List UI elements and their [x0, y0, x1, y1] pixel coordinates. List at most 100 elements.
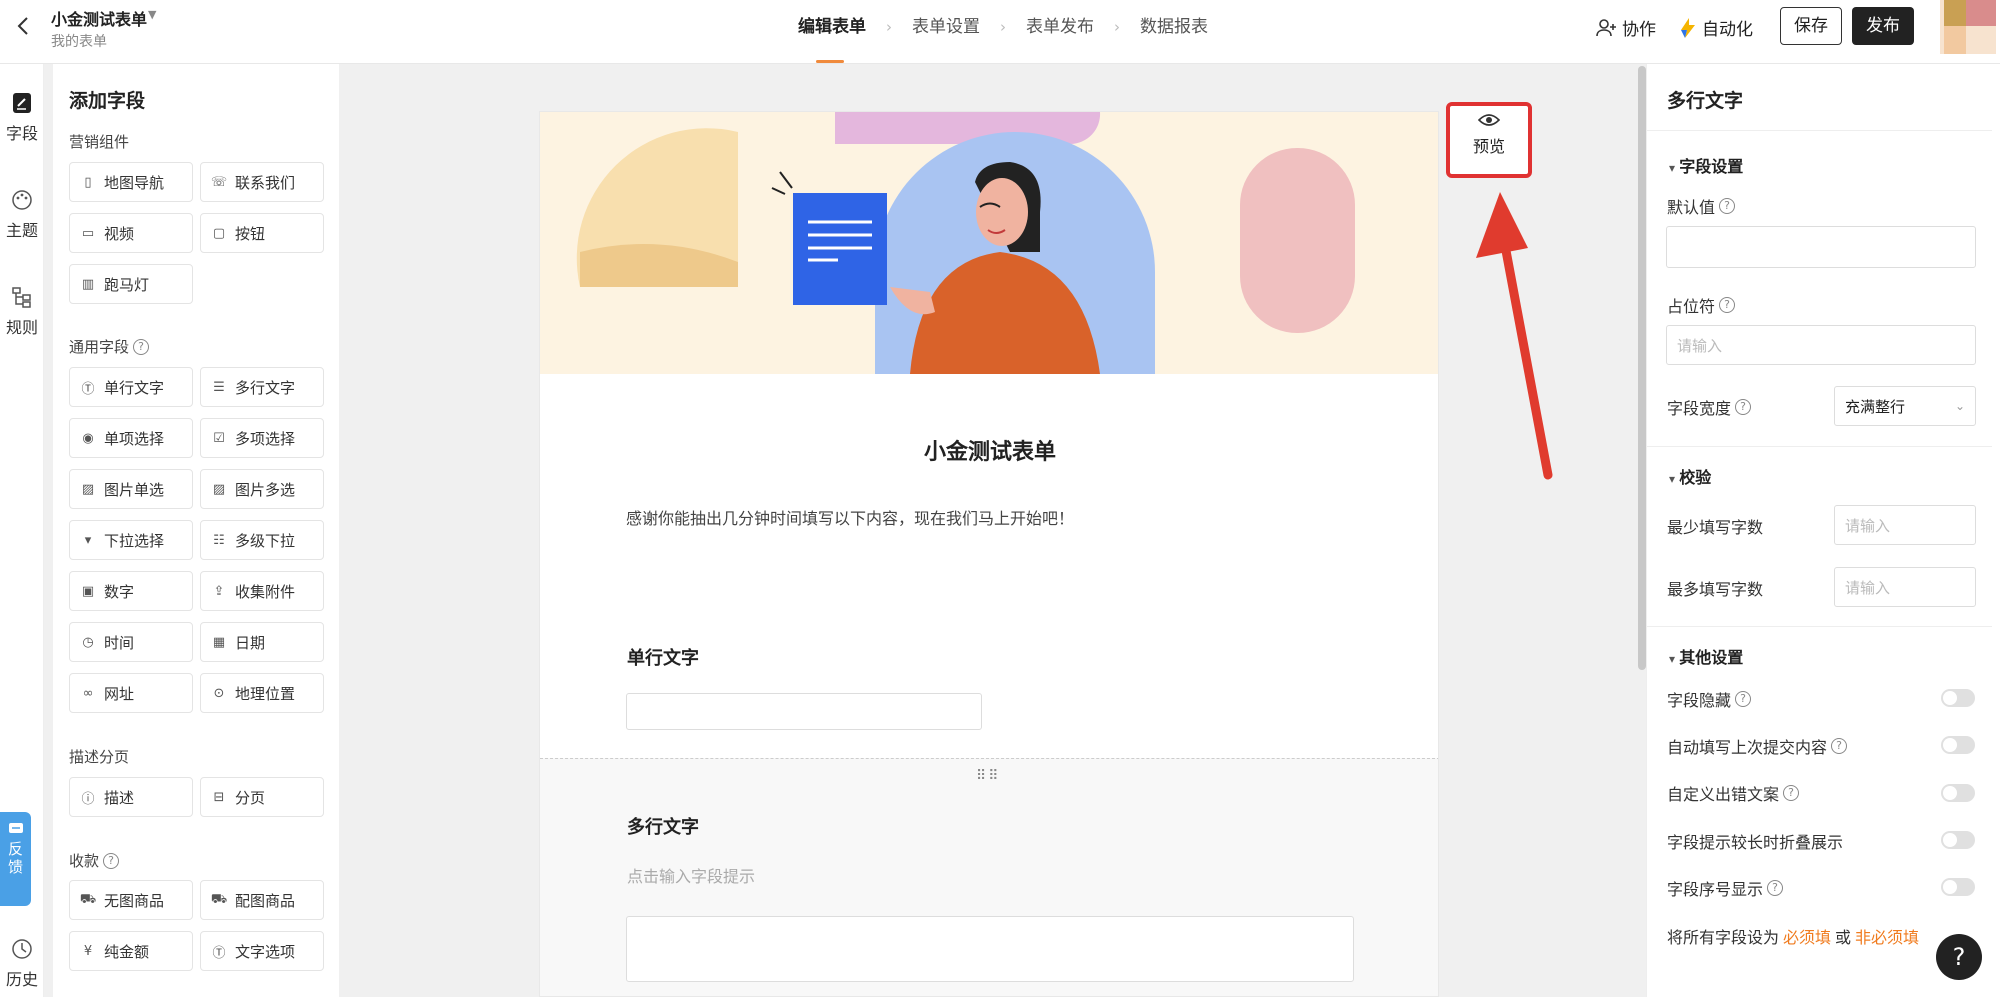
group-common-label: 通用字段 [69, 338, 130, 356]
chevron-right-icon: › [886, 18, 892, 36]
min-chars-input[interactable]: 请输入 [1834, 505, 1976, 545]
field-map-nav[interactable]: ▯ 地图导航 [69, 162, 193, 202]
caret-down-icon[interactable]: ▼ [148, 8, 156, 21]
field-image-multi[interactable]: ▨ 图片多选 [200, 469, 324, 509]
group-payment: 收款? [69, 850, 120, 871]
multi-line-textarea[interactable] [626, 916, 1354, 982]
tab-form-settings[interactable]: 表单设置 [912, 0, 980, 64]
field-marquee[interactable]: ▥ 跑马灯 [69, 264, 193, 304]
eye-icon [1477, 114, 1501, 126]
breadcrumb-my-forms[interactable]: 我的表单 [51, 31, 107, 51]
field-multi-line[interactable]: ☰ 多行文字 [200, 367, 324, 407]
autofill-toggle[interactable] [1941, 736, 1975, 754]
field-number[interactable]: ▣ 数字 [69, 571, 193, 611]
help-button[interactable]: ? [1936, 934, 1982, 980]
field-label: 下拉选择 [104, 531, 165, 550]
back-arrow-icon[interactable] [12, 14, 36, 38]
avatar[interactable] [1940, 0, 1996, 54]
section-validation[interactable]: 校验 [1669, 464, 1711, 488]
help-circle-icon[interactable]: ? [1783, 785, 1800, 801]
form-title[interactable]: 小金测试表单 [51, 6, 147, 30]
nav-theme[interactable]: 主题 [0, 189, 44, 241]
fold-hint-toggle[interactable] [1941, 831, 1975, 849]
nav-rules[interactable]: 规则 [0, 286, 44, 338]
custom-error-toggle[interactable] [1941, 784, 1975, 802]
default-value-input[interactable] [1666, 226, 1976, 268]
field-video[interactable]: ▭ 视频 [69, 213, 193, 253]
field-location[interactable]: ⊙ 地理位置 [200, 673, 324, 713]
field2-hint[interactable]: 点击输入字段提示 [627, 863, 755, 887]
field-amount[interactable]: ¥ 纯金额 [69, 931, 193, 971]
field-text-option[interactable]: Ⓣ 文字选项 [200, 931, 324, 971]
publish-button[interactable]: 发布 [1852, 7, 1914, 45]
help-circle-icon[interactable]: ? [103, 852, 120, 869]
group-desc-page: 描述分页 [69, 748, 130, 766]
field-dropdown[interactable]: ▾ 下拉选择 [69, 520, 193, 560]
field-width-select[interactable]: 充满整行 ⌄ [1834, 386, 1976, 426]
message-icon [8, 823, 23, 833]
help-circle-icon[interactable]: ? [1735, 399, 1752, 415]
form-description[interactable]: 感谢你能抽出几分钟时间填写以下内容，现在我们马上开始吧！ [626, 505, 1074, 529]
form-banner-image[interactable] [540, 112, 1438, 374]
nav-rules-label: 规则 [5, 318, 38, 337]
collaborate-button[interactable]: 协作 [1596, 15, 1656, 40]
help-circle-icon[interactable]: ? [1767, 880, 1784, 896]
field-date[interactable]: ▦ 日期 [200, 622, 324, 662]
section-field-settings[interactable]: 字段设置 [1669, 153, 1743, 177]
max-chars-input[interactable]: 请输入 [1834, 567, 1976, 607]
field-label: 地图导航 [104, 173, 165, 192]
field-label: 数字 [104, 582, 135, 601]
help-circle-icon[interactable]: ? [1719, 297, 1736, 313]
field-image-single[interactable]: ▨ 图片单选 [69, 469, 193, 509]
help-circle-icon[interactable]: ? [1719, 198, 1736, 214]
canvas-scrollbar[interactable] [1638, 66, 1646, 670]
field-label: 网址 [104, 684, 135, 703]
properties-title: 多行文字 [1667, 90, 1744, 112]
preview-label: 预览 [1472, 137, 1505, 156]
hide-field-toggle[interactable] [1941, 689, 1975, 707]
cascade-icon: ☷ [213, 532, 225, 548]
field-multi-choice[interactable]: ☑ 多项选择 [200, 418, 324, 458]
single-line-input[interactable] [626, 693, 982, 730]
chevron-down-icon: ⌄ [1954, 399, 1965, 413]
hide-field-text: 字段隐藏 [1667, 691, 1732, 710]
field1-label[interactable]: 单行文字 [627, 644, 699, 670]
help-circle-icon[interactable]: ? [133, 338, 150, 355]
help-circle-icon[interactable]: ? [1735, 691, 1752, 707]
field-url[interactable]: ∞ 网址 [69, 673, 193, 713]
placeholder-text: 占位符 [1667, 297, 1716, 316]
nav-history[interactable]: 历史 [0, 938, 44, 990]
field2-label[interactable]: 多行文字 [627, 813, 699, 839]
field-contact-us[interactable]: ☏ 联系我们 [200, 162, 324, 202]
multiline-icon: ☰ [213, 379, 225, 395]
group-payment-label: 收款 [69, 852, 100, 870]
section-other[interactable]: 其他设置 [1669, 644, 1743, 668]
tab-data-report[interactable]: 数据报表 [1140, 0, 1208, 64]
tab-form-publish[interactable]: 表单发布 [1026, 0, 1094, 64]
preview-button[interactable]: 预览 [1446, 102, 1532, 178]
field-page-break[interactable]: ⊟ 分页 [200, 777, 324, 817]
field-button[interactable]: ▢ 按钮 [200, 213, 324, 253]
field-time[interactable]: ◷ 时间 [69, 622, 193, 662]
feedback-button[interactable]: 反馈 [0, 812, 31, 906]
form-heading[interactable]: 小金测试表单 [540, 434, 1438, 466]
show-index-toggle[interactable] [1941, 878, 1975, 896]
radio-icon: ◉ [82, 430, 94, 446]
field-product-image[interactable]: ⛟ 配图商品 [200, 880, 324, 920]
field-single-line[interactable]: Ⓣ 单行文字 [69, 367, 193, 407]
nav-fields[interactable]: 字段 [0, 92, 44, 144]
help-circle-icon[interactable]: ? [1831, 738, 1848, 754]
set-all-optional-link[interactable]: 非必须填 [1855, 924, 1919, 948]
placeholder-input[interactable]: 请输入 [1666, 325, 1976, 365]
set-all-required-link[interactable]: 必须填 [1783, 924, 1831, 948]
tab-edit-form[interactable]: 编辑表单 [798, 0, 866, 64]
field-attachment[interactable]: ⇪ 收集附件 [200, 571, 324, 611]
field-cascade[interactable]: ☷ 多级下拉 [200, 520, 324, 560]
field-description[interactable]: ⓘ 描述 [69, 777, 193, 817]
save-button[interactable]: 保存 [1780, 7, 1842, 45]
group-marketing: 营销组件 [69, 133, 130, 151]
drag-handle-icon[interactable]: ⠿⠿ [976, 768, 1001, 784]
automation-button[interactable]: 自动化 [1678, 15, 1753, 40]
field-single-choice[interactable]: ◉ 单项选择 [69, 418, 193, 458]
field-product-no-image[interactable]: ⛟ 无图商品 [69, 880, 193, 920]
